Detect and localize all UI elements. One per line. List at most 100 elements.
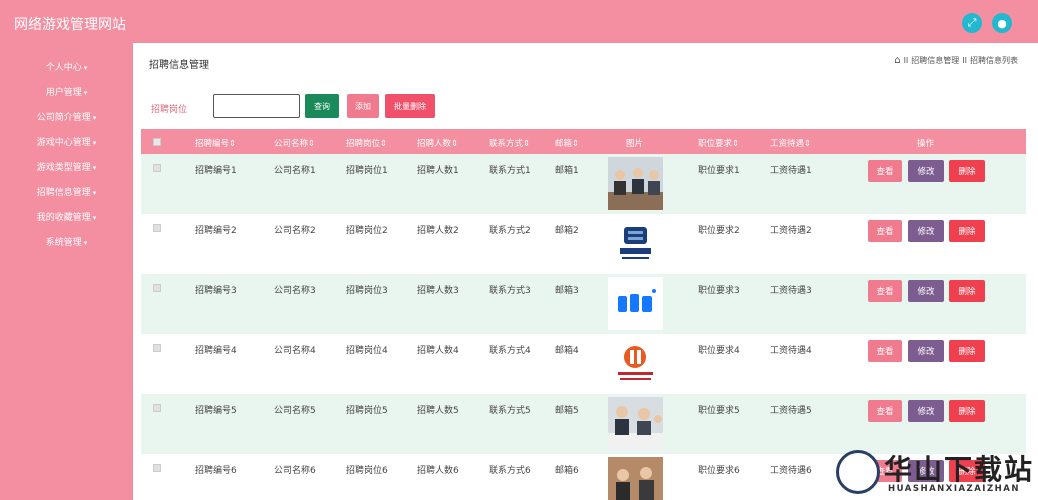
cell-count: 招聘人数6 — [417, 466, 459, 476]
app-title: 网络游戏管理网站 — [14, 17, 126, 33]
batch-delete-button[interactable]: 批量删除 — [385, 94, 435, 118]
cell-contact: 联系方式2 — [489, 226, 531, 236]
cell-count: 招聘人数5 — [417, 406, 459, 416]
cell-id: 招聘编号2 — [195, 226, 237, 236]
geely-logo-thumbnail — [608, 217, 663, 270]
view-button[interactable]: 查看 — [868, 400, 902, 422]
meeting-photo-thumbnail — [608, 157, 663, 210]
cell-company: 公司名称5 — [274, 406, 316, 416]
row-checkbox[interactable] — [153, 464, 161, 472]
sidebar-item-personal-center[interactable]: 个人中心 ▾ — [0, 60, 133, 73]
sidebar-item-recruitment[interactable]: 招聘信息管理 ▾ — [0, 185, 133, 198]
row-checkbox[interactable] — [153, 164, 161, 172]
cell-company: 公司名称3 — [274, 286, 316, 296]
row-checkbox[interactable] — [153, 344, 161, 352]
sidebar-item-favorites[interactable]: 我的收藏管理 ▾ — [0, 210, 133, 223]
caret-down-icon: ▾ — [92, 214, 97, 222]
user-icon[interactable]: ● — [992, 13, 1012, 33]
breadcrumb-item: 招聘信息列表 — [970, 56, 1018, 65]
column-header: 操作 — [917, 139, 935, 149]
caret-down-icon: ▾ — [83, 64, 88, 72]
cell-position: 招聘岗位5 — [346, 406, 388, 416]
delete-button[interactable]: 删除 — [949, 220, 985, 242]
cell-position: 招聘岗位1 — [346, 166, 388, 176]
column-header[interactable]: 联系方式⇕ — [489, 137, 530, 149]
cell-requirement: 职位要求2 — [698, 226, 740, 236]
sidebar-item-label: 我的收藏管理 — [36, 213, 91, 223]
edit-button[interactable]: 修改 — [908, 220, 944, 242]
column-header[interactable]: 职位要求⇕ — [698, 137, 739, 149]
cell-contact: 联系方式3 — [489, 286, 531, 296]
cell-salary: 工资待遇4 — [770, 346, 812, 356]
sidebar-item-label: 招聘信息管理 — [36, 188, 91, 198]
cell-contact: 联系方式5 — [489, 406, 531, 416]
query-button[interactable]: 查询 — [305, 94, 339, 118]
sidebar-item-game-center[interactable]: 游戏中心管理 ▾ — [0, 135, 133, 148]
cell-id: 招聘编号3 — [195, 286, 237, 296]
sidebar-item-company[interactable]: 公司简介管理 ▾ — [0, 110, 133, 123]
edit-button[interactable]: 修改 — [908, 400, 944, 422]
view-button[interactable]: 查看 — [868, 220, 902, 242]
cell-count: 招聘人数2 — [417, 226, 459, 236]
top-bar: 网络游戏管理网站 ⤢ ● — [0, 0, 1038, 43]
table-row: 招聘编号5 公司名称5 招聘岗位5 招聘人数5 联系方式5 邮箱5 职位要求5 … — [141, 394, 1026, 454]
view-button[interactable]: 查看 — [868, 340, 902, 362]
row-checkbox[interactable] — [153, 404, 161, 412]
cell-salary: 工资待遇1 — [770, 166, 812, 176]
caret-down-icon: ▾ — [92, 114, 97, 122]
column-header[interactable]: 招聘编号⇕ — [195, 137, 236, 149]
caret-down-icon: ▾ — [92, 189, 97, 197]
cell-requirement: 职位要求4 — [698, 346, 740, 356]
delete-button[interactable]: 删除 — [949, 340, 985, 362]
sidebar-item-game-type[interactable]: 游戏类型管理 ▾ — [0, 160, 133, 173]
cell-salary: 工资待遇2 — [770, 226, 812, 236]
breadcrumb-separator: II — [962, 56, 967, 65]
cell-requirement: 职位要求3 — [698, 286, 740, 296]
sidebar-item-label: 系统管理 — [45, 238, 82, 248]
cell-company: 公司名称1 — [274, 166, 316, 176]
select-all-checkbox[interactable] — [153, 138, 161, 146]
delete-button[interactable]: 删除 — [949, 280, 985, 302]
breadcrumb: ⌂ II 招聘信息管理 II 招聘信息列表 — [894, 55, 1018, 66]
office-photo-thumbnail — [608, 457, 663, 500]
cell-company: 公司名称2 — [274, 226, 316, 236]
caret-down-icon: ▾ — [83, 89, 88, 97]
cell-requirement: 职位要求1 — [698, 166, 740, 176]
table-row: 招聘编号2 公司名称2 招聘岗位2 招聘人数2 联系方式2 邮箱2 职位要求2 … — [141, 214, 1026, 274]
watermark: 华山下载站 HUASHANXIAZAIZHAN — [834, 448, 1038, 500]
watermark-subtitle: HUASHANXIAZAIZHAN — [888, 484, 1020, 494]
column-header[interactable]: 招聘人数⇕ — [417, 137, 458, 149]
sidebar-item-label: 公司简介管理 — [36, 113, 91, 123]
watermark-title: 华山下载站 — [884, 453, 1035, 486]
cell-company: 公司名称6 — [274, 466, 316, 476]
row-checkbox[interactable] — [153, 224, 161, 232]
column-header[interactable]: 公司名称⇕ — [274, 137, 315, 149]
breadcrumb-item[interactable]: 招聘信息管理 — [911, 55, 959, 66]
row-checkbox[interactable] — [153, 284, 161, 292]
column-header[interactable]: 招聘岗位⇕ — [346, 137, 387, 149]
company-logo-thumbnail — [608, 337, 663, 390]
home-icon[interactable]: ⌂ — [894, 55, 900, 66]
expand-icon[interactable]: ⤢ — [962, 13, 982, 33]
delete-button[interactable]: 删除 — [949, 160, 985, 182]
sidebar-item-system[interactable]: 系统管理 ▾ — [0, 235, 133, 248]
cell-email: 邮箱5 — [555, 406, 579, 416]
sidebar-item-users[interactable]: 用户管理 ▾ — [0, 85, 133, 98]
view-button[interactable]: 查看 — [868, 160, 902, 182]
table-row: 招聘编号3 公司名称3 招聘岗位3 招聘人数3 联系方式3 邮箱3 职位要求3 … — [141, 274, 1026, 334]
search-input[interactable] — [213, 94, 300, 118]
edit-button[interactable]: 修改 — [908, 280, 944, 302]
add-button[interactable]: 添加 — [347, 94, 379, 118]
delete-button[interactable]: 删除 — [949, 400, 985, 422]
cell-email: 邮箱1 — [555, 166, 579, 176]
view-button[interactable]: 查看 — [868, 280, 902, 302]
edit-button[interactable]: 修改 — [908, 340, 944, 362]
cell-contact: 联系方式4 — [489, 346, 531, 356]
column-header[interactable]: 邮箱⇕ — [555, 137, 579, 149]
cell-salary: 工资待遇5 — [770, 406, 812, 416]
cell-position: 招聘岗位4 — [346, 346, 388, 356]
main-content: 招聘信息管理 ⌂ II 招聘信息管理 II 招聘信息列表 招聘岗位 查询 添加 … — [133, 43, 1038, 500]
edit-button[interactable]: 修改 — [908, 160, 944, 182]
column-header[interactable]: 工资待遇⇕ — [770, 137, 811, 149]
table-row: 招聘编号1 公司名称1 招聘岗位1 招聘人数1 联系方式1 邮箱1 职位要求1 … — [141, 154, 1026, 214]
